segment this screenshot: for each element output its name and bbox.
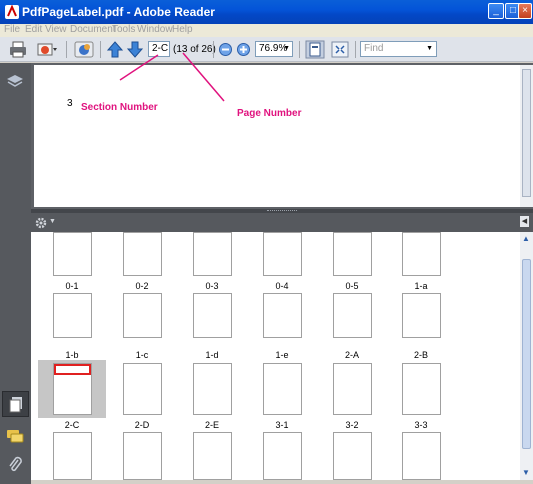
layers-icon[interactable] xyxy=(6,73,24,91)
chevron-down-icon[interactable]: ▼ xyxy=(49,218,56,225)
thumbnail-label: 1-c xyxy=(135,350,149,360)
thumbnail-page[interactable] xyxy=(123,232,162,276)
thumbnail-page[interactable] xyxy=(123,293,162,338)
thumbnail-label: 3-3 xyxy=(414,420,428,430)
thumbnail-page[interactable] xyxy=(263,293,302,338)
full-screen-icon[interactable] xyxy=(330,40,350,59)
email-share-icon[interactable] xyxy=(36,40,58,59)
document-scrollbar[interactable] xyxy=(520,65,533,207)
current-view-box[interactable] xyxy=(54,364,91,375)
chevron-down-icon: ▼ xyxy=(426,45,433,52)
section-number-annotation: Section Number xyxy=(81,102,158,113)
thumbnail-page[interactable] xyxy=(193,232,232,276)
menu-edit[interactable]: Edit xyxy=(25,24,42,35)
thumbnail-page[interactable] xyxy=(333,293,372,338)
title-bar: PdfPageLabel.pdf - Adobe Reader _ □ × xyxy=(0,0,533,24)
thumbnail-page[interactable] xyxy=(402,432,441,480)
menu-bar: File Edit View Document Tools Window Hel… xyxy=(0,24,533,37)
next-page-icon[interactable] xyxy=(126,40,144,59)
navigation-pane xyxy=(0,63,31,484)
thumbnail-label: 0-4 xyxy=(275,281,289,291)
zoom-out-icon[interactable] xyxy=(218,40,233,59)
thumbnail-page[interactable] xyxy=(263,432,302,480)
thumbnail-page[interactable] xyxy=(333,232,372,276)
toolbar: 2-C (13 of 26) 76.9% ▼ Find ▼ xyxy=(0,37,533,62)
thumbnail-label: 0-1 xyxy=(65,281,79,291)
page-number-annotation: Page Number xyxy=(237,108,302,119)
thumbnail-label: 1-a xyxy=(414,281,428,291)
find-input[interactable]: Find ▼ xyxy=(360,41,437,57)
thumbnail-page-selected[interactable] xyxy=(53,363,92,415)
pages-panel-header: ▼ ◀ xyxy=(31,213,533,232)
adobe-reader-icon xyxy=(5,4,19,19)
menu-file[interactable]: File xyxy=(4,24,20,35)
thumbnail-label: 2-E xyxy=(204,420,219,430)
options-gear-icon[interactable] xyxy=(35,217,48,229)
thumbnail-label: 1-e xyxy=(275,350,289,360)
fit-page-icon[interactable] xyxy=(305,40,325,59)
document-page xyxy=(34,65,520,207)
previous-page-icon[interactable] xyxy=(106,40,124,59)
thumbnail-page[interactable] xyxy=(333,432,372,480)
thumbnail-label: 2-C xyxy=(64,420,80,430)
minimize-button[interactable]: _ xyxy=(488,3,504,19)
page-count: (13 of 26) xyxy=(173,44,216,55)
menu-tools[interactable]: Tools xyxy=(112,24,135,35)
print-icon[interactable] xyxy=(8,40,28,59)
menu-view[interactable]: View xyxy=(45,24,67,35)
page-section-number: 3 xyxy=(67,98,73,109)
find-placeholder: Find xyxy=(364,43,384,54)
thumbnail-label: 2-B xyxy=(413,350,428,360)
thumbnail-page[interactable] xyxy=(402,293,441,338)
pages-icon xyxy=(9,397,22,413)
collaborate-icon[interactable] xyxy=(73,40,95,59)
thumbnail-label: 1-b xyxy=(65,350,79,360)
collapse-panel-icon[interactable]: ◀ xyxy=(520,216,529,227)
chevron-down-icon: ▼ xyxy=(283,45,290,52)
thumbnail-page[interactable] xyxy=(193,293,232,338)
zoom-in-icon[interactable] xyxy=(236,40,251,59)
thumbnail-label: 1-d xyxy=(205,350,219,360)
thumbnail-page[interactable] xyxy=(402,232,441,276)
menu-window[interactable]: Window xyxy=(137,24,173,35)
thumbnail-page[interactable] xyxy=(53,293,92,338)
comments-icon[interactable] xyxy=(6,427,24,445)
thumbnail-page[interactable] xyxy=(53,432,92,480)
menu-document[interactable]: Document xyxy=(70,24,116,35)
scroll-down-icon[interactable]: ▼ xyxy=(522,468,530,477)
scroll-up-icon[interactable]: ▲ xyxy=(522,234,530,243)
menu-help[interactable]: Help xyxy=(172,24,193,35)
close-button[interactable]: × xyxy=(518,3,532,19)
thumbnail-label: 0-2 xyxy=(135,281,149,291)
thumbnail-page[interactable] xyxy=(123,363,162,415)
window-title: PdfPageLabel.pdf - Adobe Reader xyxy=(22,5,215,19)
thumbnail-label: 3-1 xyxy=(275,420,289,430)
thumbnail-label: 0-3 xyxy=(205,281,219,291)
thumbnail-page[interactable] xyxy=(402,363,441,415)
thumbnail-page[interactable] xyxy=(263,363,302,415)
thumbnail-page[interactable] xyxy=(123,432,162,480)
thumbnail-label: 3-2 xyxy=(345,420,359,430)
thumbnail-label: 0-5 xyxy=(345,281,359,291)
thumbnail-page[interactable] xyxy=(193,363,232,415)
thumbnail-page[interactable] xyxy=(53,232,92,276)
pages-tab[interactable] xyxy=(2,391,29,417)
thumbnails-scrollbar[interactable]: ▲ ▼ xyxy=(520,232,533,480)
scroll-thumb[interactable] xyxy=(522,259,531,449)
thumbnail-label: 2-A xyxy=(344,350,359,360)
zoom-level-select[interactable]: 76.9% ▼ xyxy=(255,41,293,57)
thumbnail-page[interactable] xyxy=(193,432,232,480)
thumbnail-page[interactable] xyxy=(333,363,372,415)
attachments-icon[interactable] xyxy=(6,456,24,474)
thumbnail-page[interactable] xyxy=(263,232,302,276)
thumbnail-label: 2-D xyxy=(134,420,150,430)
page-label-input[interactable]: 2-C xyxy=(148,41,170,57)
